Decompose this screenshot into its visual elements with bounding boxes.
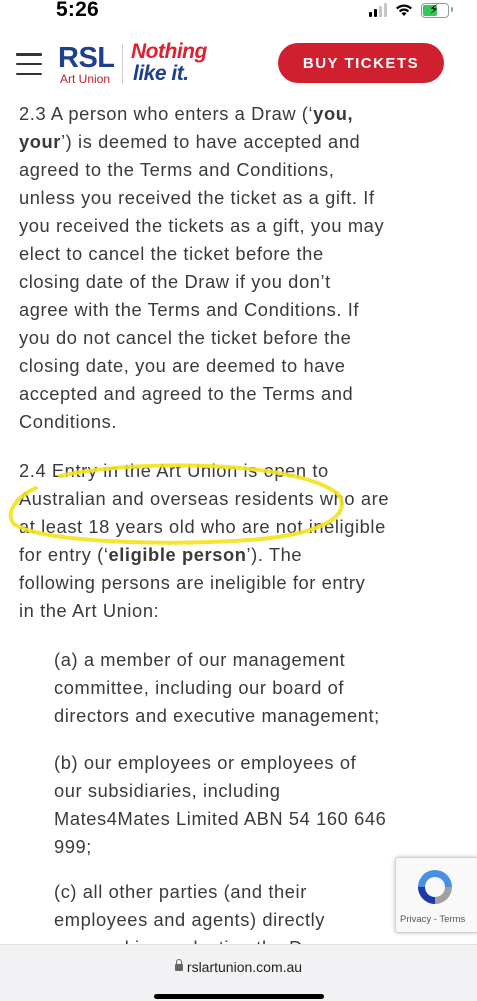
clause-line: Mates4Mates Limited ABN 54 160 646 bbox=[54, 808, 387, 829]
clause-line: your’) is deemed to have accepted and bbox=[19, 131, 361, 152]
recaptcha-icon bbox=[418, 870, 452, 904]
recaptcha-links[interactable]: Privacy - Terms bbox=[400, 914, 465, 925]
clause-2-4-b: (b) our employees or employees of our su… bbox=[54, 749, 454, 861]
logo-divider bbox=[122, 44, 123, 84]
url-text: rslartunion.com.au bbox=[186, 959, 303, 975]
home-indicator[interactable] bbox=[154, 994, 324, 999]
clause-line: in the Art Union: bbox=[19, 600, 160, 621]
clause-line: following persons are ineligible for ent… bbox=[19, 572, 366, 593]
clause-line: (c) all other parties (and their bbox=[54, 881, 307, 902]
status-bar: 5:26 ⚡ bbox=[0, 0, 477, 34]
logo-slogan-line2: like it. bbox=[133, 62, 189, 85]
clause-line: directors and executive management; bbox=[54, 705, 380, 726]
clause-line: elect to cancel the ticket before the bbox=[19, 243, 324, 264]
browser-url-bar[interactable]: rslartunion.com.au bbox=[0, 944, 477, 1001]
clause-line: for entry (‘eligible person’). The bbox=[19, 544, 303, 565]
clause-line: committee, including our board of bbox=[54, 677, 345, 698]
site-header: RSL Art Union Nothing like it. BUY TICKE… bbox=[0, 34, 477, 98]
wifi-icon bbox=[396, 4, 412, 16]
clause-line: our subsidiaries, including bbox=[54, 780, 281, 801]
clause-line: agree with the Terms and Conditions. If bbox=[19, 299, 360, 320]
battery-icon: ⚡ bbox=[421, 1, 453, 18]
cellular-signal-icon bbox=[369, 3, 387, 17]
clause-line: closing date, you are deemed to have bbox=[19, 355, 346, 376]
clause-line: 999; bbox=[54, 836, 92, 857]
lock-icon bbox=[174, 959, 183, 971]
clause-line: (b) our employees or employees of bbox=[54, 752, 357, 773]
clause-line: at least 18 years old who are not inelig… bbox=[19, 516, 386, 537]
clause-line: you received the tickets as a gift, you … bbox=[19, 215, 385, 236]
status-icons: ⚡ bbox=[369, 0, 453, 20]
logo-slogan-line1: Nothing bbox=[131, 40, 207, 63]
url-display[interactable]: rslartunion.com.au bbox=[0, 959, 477, 975]
clause-line: Australian and overseas residents who ar… bbox=[19, 488, 390, 509]
clause-line: closing date of the Draw if you don’t bbox=[19, 271, 331, 292]
clause-2-4-a: (a) a member of our management committee… bbox=[54, 646, 454, 730]
clause-line: accepted and agreed to the Terms and bbox=[19, 383, 354, 404]
logo-art-union: Art Union bbox=[60, 72, 111, 86]
status-time: 5:26 bbox=[56, 0, 99, 21]
clause-line: 2.4 Entry in the Art Union is open to bbox=[19, 460, 329, 481]
recaptcha-badge[interactable]: Privacy - Terms bbox=[395, 857, 477, 933]
clause-line: 2.3 A person who enters a Draw (‘you, bbox=[19, 103, 354, 124]
clause-2-4: 2.4 Entry in the Art Union is open to Au… bbox=[19, 457, 389, 625]
buy-tickets-button[interactable]: BUY TICKETS bbox=[278, 43, 444, 83]
clause-line: Conditions. bbox=[19, 411, 118, 432]
clause-line: agreed to the Terms and Conditions, bbox=[19, 159, 335, 180]
clause-line: (a) a member of our management bbox=[54, 649, 346, 670]
clause-2-3: 2.3 A person who enters a Draw (‘you, yo… bbox=[19, 100, 384, 436]
menu-icon[interactable] bbox=[16, 53, 42, 75]
clause-line: you do not cancel the ticket before the bbox=[19, 327, 352, 348]
clause-line: unless you received the ticket as a gift… bbox=[19, 187, 375, 208]
clause-line: employees and agents) directly bbox=[54, 909, 326, 930]
logo-rsl[interactable]: RSL bbox=[58, 42, 115, 75]
